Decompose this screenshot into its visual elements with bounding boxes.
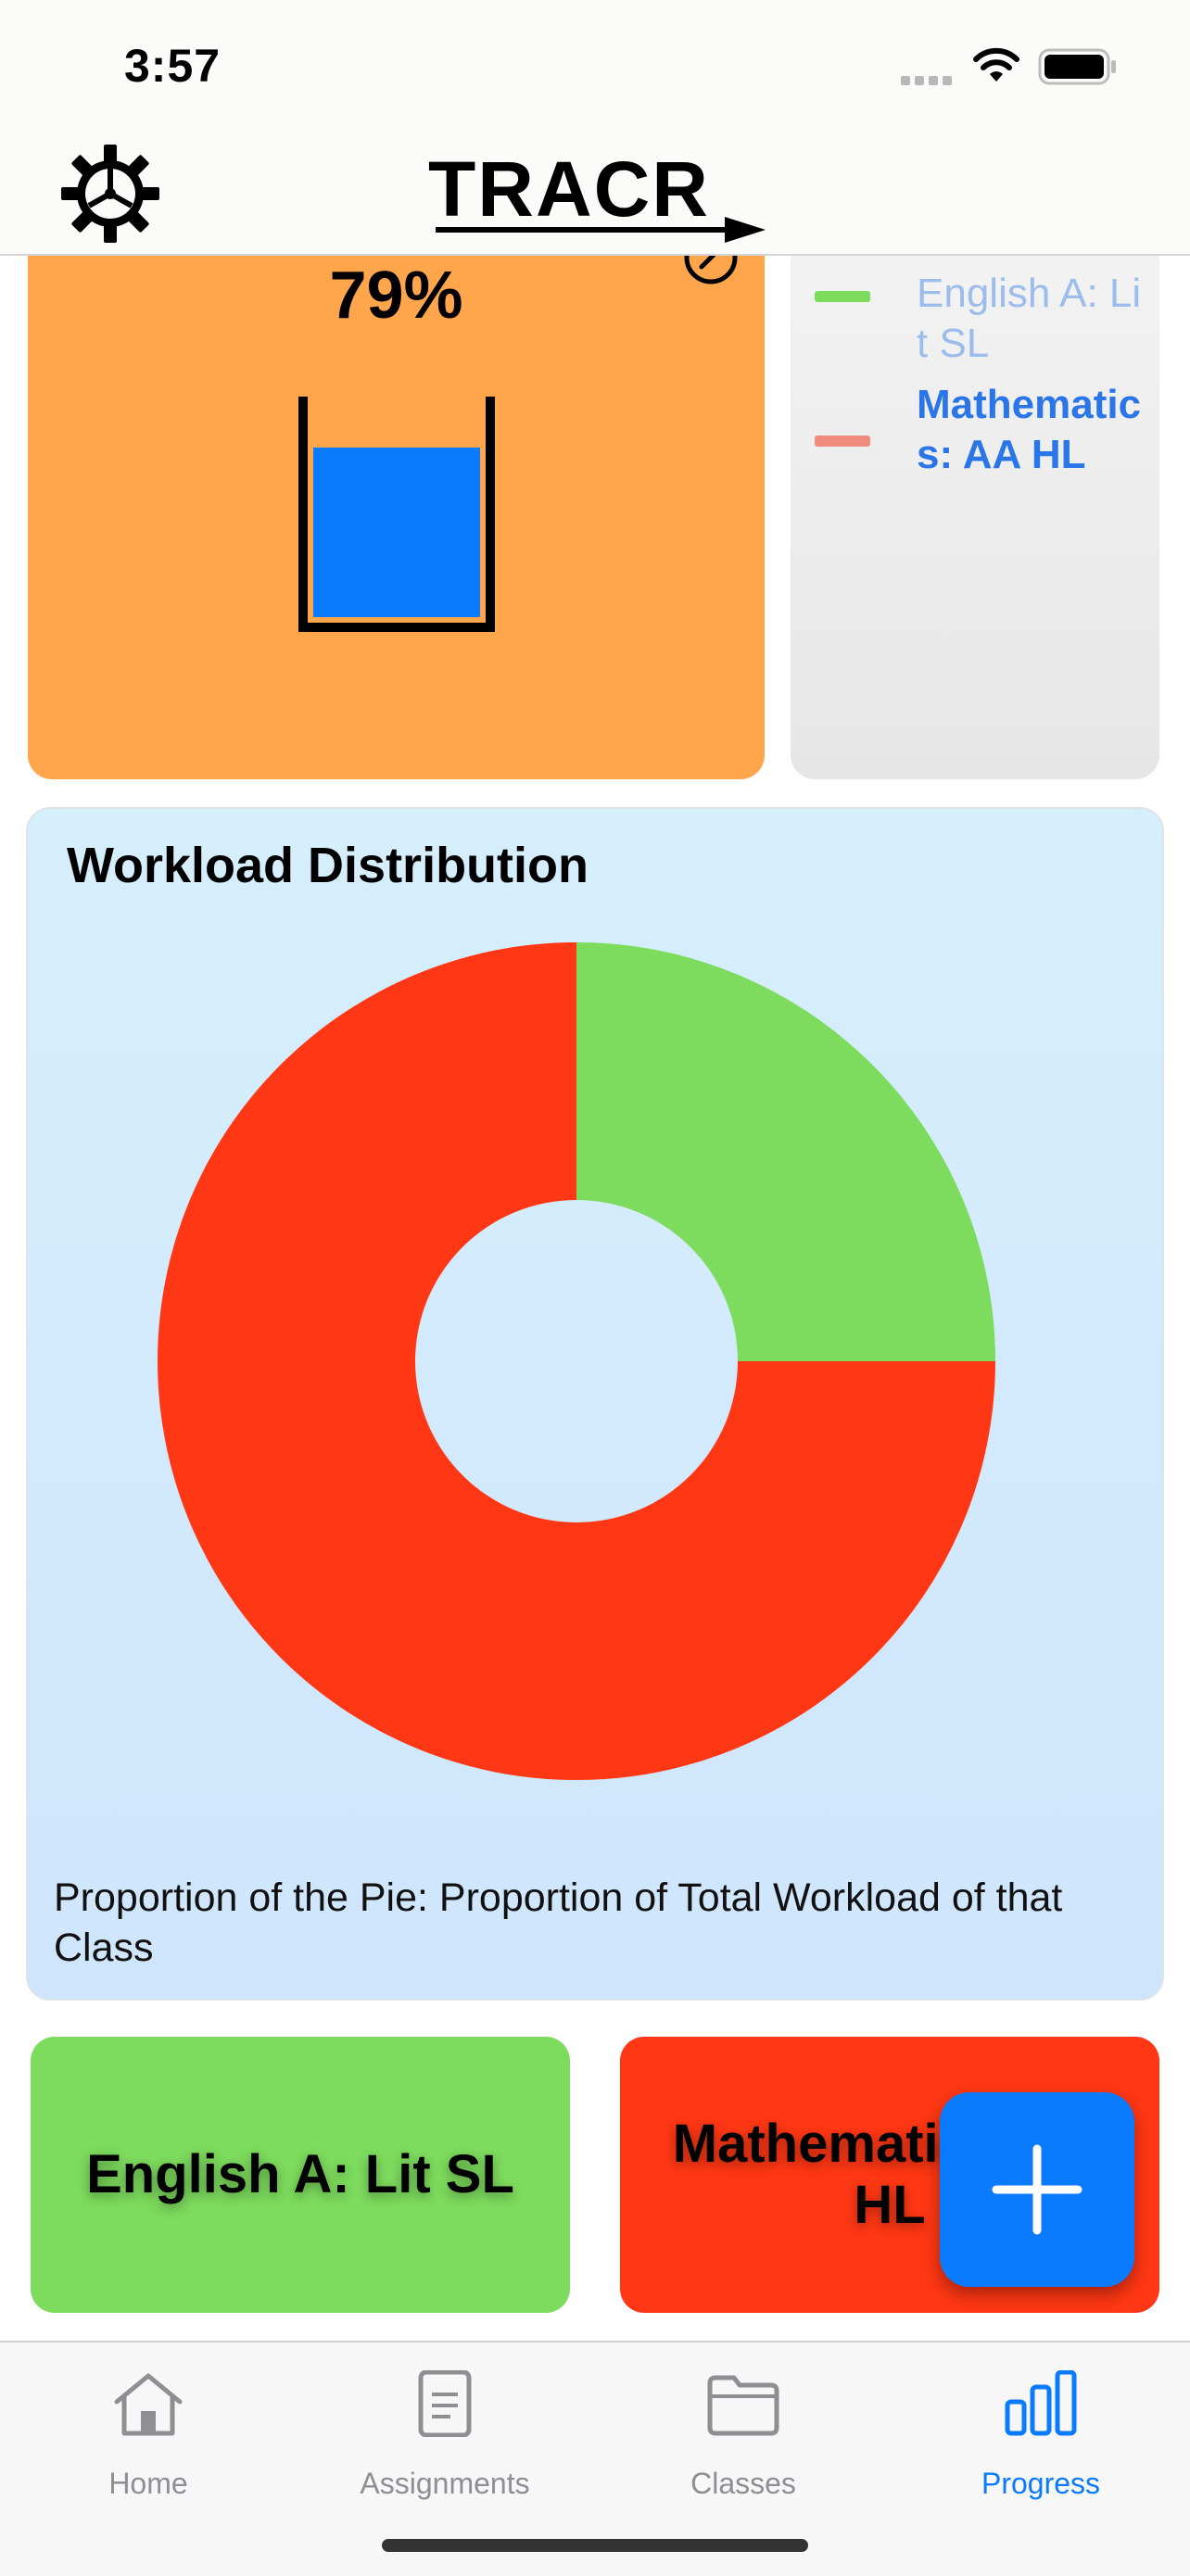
workload-caption: Proportion of the Pie: Proportion of Tot… <box>54 1875 1063 1970</box>
legend-swatch <box>815 436 870 447</box>
document-icon <box>418 2370 472 2437</box>
logo-arrow-icon <box>436 217 766 243</box>
wifi-icon <box>973 47 1019 82</box>
completion-percent: 79% <box>329 259 463 333</box>
edit-compass-icon[interactable] <box>681 256 741 287</box>
workload-donut-chart <box>158 942 995 1780</box>
home-indicator <box>382 2539 808 2552</box>
completion-beaker-fill <box>313 448 480 617</box>
workload-title: Workload Distribution <box>67 838 589 893</box>
tab-label: Classes <box>690 2467 796 2500</box>
battery-icon <box>1038 48 1116 85</box>
progress-scroll-view[interactable]: 79% English A: Lit SL Mathematics: AA HL… <box>0 256 1190 2341</box>
completion-beaker <box>298 397 495 632</box>
tab-label: Assignments <box>360 2467 530 2500</box>
app-header: TRACR <box>0 139 1190 256</box>
legend-swatch <box>815 291 870 302</box>
add-button[interactable] <box>940 2092 1134 2287</box>
tab-classes[interactable]: Classes <box>632 2370 855 2500</box>
status-time: 3:57 <box>124 40 222 92</box>
workload-distribution-card: Workload Distribution Proportion of the … <box>26 807 1164 2001</box>
legend-label: English A: Lit SL <box>917 271 1142 366</box>
folder-icon <box>707 2375 779 2436</box>
cellular-signal-icon <box>901 76 952 85</box>
settings-gear-icon[interactable] <box>59 143 161 245</box>
plus-icon <box>992 2144 1082 2235</box>
class-card-label: English A: Lit SL <box>86 2144 514 2204</box>
tab-assignments[interactable]: Assignments <box>334 2370 556 2500</box>
legend-label: Mathematics: AA HL <box>917 382 1142 477</box>
completion-card: 79% <box>28 256 765 779</box>
bar-chart-icon <box>1005 2370 1077 2436</box>
class-card-english[interactable]: English A: Lit SL <box>31 2037 570 2313</box>
tab-label: Home <box>108 2467 188 2500</box>
donut-slice <box>576 942 995 1361</box>
legend-card: English A: Lit SL Mathematics: AA HL <box>791 256 1159 779</box>
tab-label: Progress <box>981 2467 1101 2500</box>
tab-home[interactable]: Home <box>37 2370 260 2500</box>
tab-progress[interactable]: Progress <box>930 2370 1152 2500</box>
status-bar: 3:57 <box>0 0 1190 139</box>
house-icon <box>114 2373 183 2436</box>
